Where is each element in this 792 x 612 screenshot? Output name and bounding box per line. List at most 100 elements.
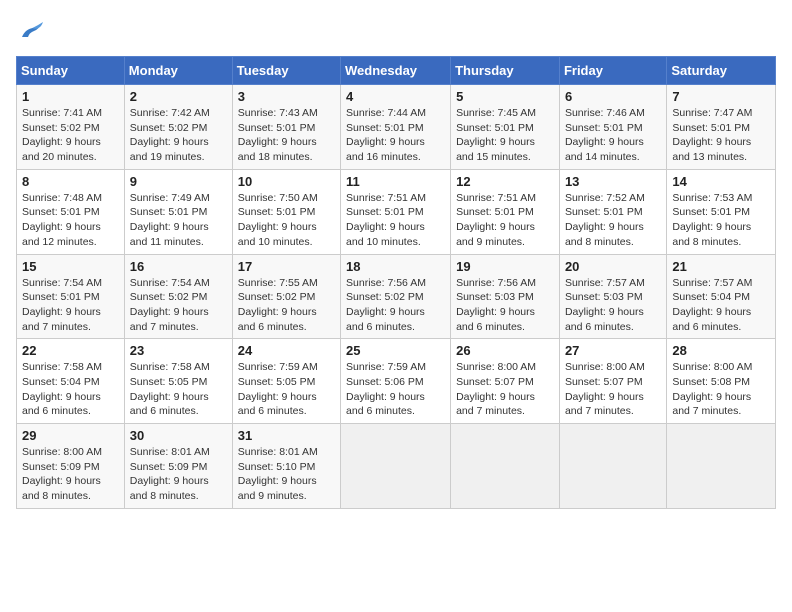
day-info: Sunrise: 7:42 AM Sunset: 5:02 PM Dayligh… bbox=[130, 106, 227, 165]
day-number: 25 bbox=[346, 343, 445, 358]
day-number: 4 bbox=[346, 89, 445, 104]
day-info: Sunrise: 7:47 AM Sunset: 5:01 PM Dayligh… bbox=[672, 106, 770, 165]
day-cell: 30 Sunrise: 8:01 AM Sunset: 5:09 PM Dayli… bbox=[124, 424, 232, 509]
day-number: 19 bbox=[456, 259, 554, 274]
day-info: Sunrise: 7:57 AM Sunset: 5:03 PM Dayligh… bbox=[565, 276, 661, 335]
day-cell: 6 Sunrise: 7:46 AM Sunset: 5:01 PM Daylig… bbox=[559, 85, 666, 170]
day-number: 14 bbox=[672, 174, 770, 189]
day-cell: 4 Sunrise: 7:44 AM Sunset: 5:01 PM Daylig… bbox=[341, 85, 451, 170]
day-cell: 5 Sunrise: 7:45 AM Sunset: 5:01 PM Daylig… bbox=[451, 85, 560, 170]
day-cell: 25 Sunrise: 7:59 AM Sunset: 5:06 PM Dayli… bbox=[341, 339, 451, 424]
day-cell: 9 Sunrise: 7:49 AM Sunset: 5:01 PM Daylig… bbox=[124, 169, 232, 254]
day-number: 17 bbox=[238, 259, 335, 274]
day-number: 11 bbox=[346, 174, 445, 189]
day-number: 12 bbox=[456, 174, 554, 189]
weekday-header-wednesday: Wednesday bbox=[341, 57, 451, 85]
day-number: 20 bbox=[565, 259, 661, 274]
day-number: 9 bbox=[130, 174, 227, 189]
day-cell: 15 Sunrise: 7:54 AM Sunset: 5:01 PM Dayli… bbox=[17, 254, 125, 339]
day-cell: 8 Sunrise: 7:48 AM Sunset: 5:01 PM Daylig… bbox=[17, 169, 125, 254]
day-number: 30 bbox=[130, 428, 227, 443]
day-info: Sunrise: 7:53 AM Sunset: 5:01 PM Dayligh… bbox=[672, 191, 770, 250]
day-number: 28 bbox=[672, 343, 770, 358]
day-number: 13 bbox=[565, 174, 661, 189]
day-cell: 16 Sunrise: 7:54 AM Sunset: 5:02 PM Dayli… bbox=[124, 254, 232, 339]
day-info: Sunrise: 7:56 AM Sunset: 5:02 PM Dayligh… bbox=[346, 276, 445, 335]
day-number: 16 bbox=[130, 259, 227, 274]
day-info: Sunrise: 7:59 AM Sunset: 5:05 PM Dayligh… bbox=[238, 360, 335, 419]
day-number: 8 bbox=[22, 174, 119, 189]
day-number: 23 bbox=[130, 343, 227, 358]
day-info: Sunrise: 7:58 AM Sunset: 5:05 PM Dayligh… bbox=[130, 360, 227, 419]
day-info: Sunrise: 7:56 AM Sunset: 5:03 PM Dayligh… bbox=[456, 276, 554, 335]
day-info: Sunrise: 7:54 AM Sunset: 5:02 PM Dayligh… bbox=[130, 276, 227, 335]
day-cell: 14 Sunrise: 7:53 AM Sunset: 5:01 PM Dayli… bbox=[667, 169, 776, 254]
day-cell bbox=[667, 424, 776, 509]
day-cell: 21 Sunrise: 7:57 AM Sunset: 5:04 PM Dayli… bbox=[667, 254, 776, 339]
day-number: 6 bbox=[565, 89, 661, 104]
day-info: Sunrise: 7:49 AM Sunset: 5:01 PM Dayligh… bbox=[130, 191, 227, 250]
day-number: 5 bbox=[456, 89, 554, 104]
day-cell: 20 Sunrise: 7:57 AM Sunset: 5:03 PM Dayli… bbox=[559, 254, 666, 339]
day-cell: 2Sunrise: 7:42 AM Sunset: 5:02 PM Daylig… bbox=[124, 85, 232, 170]
day-info: Sunrise: 7:48 AM Sunset: 5:01 PM Dayligh… bbox=[22, 191, 119, 250]
day-info: Sunrise: 8:01 AM Sunset: 5:10 PM Dayligh… bbox=[238, 445, 335, 504]
weekday-header-friday: Friday bbox=[559, 57, 666, 85]
day-cell: 28 Sunrise: 8:00 AM Sunset: 5:08 PM Dayli… bbox=[667, 339, 776, 424]
day-info: Sunrise: 7:57 AM Sunset: 5:04 PM Dayligh… bbox=[672, 276, 770, 335]
day-cell bbox=[451, 424, 560, 509]
day-cell: 17 Sunrise: 7:55 AM Sunset: 5:02 PM Dayli… bbox=[232, 254, 340, 339]
day-cell: 31Sunrise: 8:01 AM Sunset: 5:10 PM Dayli… bbox=[232, 424, 340, 509]
calendar-table: SundayMondayTuesdayWednesdayThursdayFrid… bbox=[16, 56, 776, 509]
day-cell: 26 Sunrise: 8:00 AM Sunset: 5:07 PM Dayli… bbox=[451, 339, 560, 424]
day-cell: 18 Sunrise: 7:56 AM Sunset: 5:02 PM Dayli… bbox=[341, 254, 451, 339]
day-number: 15 bbox=[22, 259, 119, 274]
week-row-3: 15 Sunrise: 7:54 AM Sunset: 5:01 PM Dayli… bbox=[17, 254, 776, 339]
weekday-header-sunday: Sunday bbox=[17, 57, 125, 85]
day-info: Sunrise: 7:55 AM Sunset: 5:02 PM Dayligh… bbox=[238, 276, 335, 335]
day-info: Sunrise: 7:51 AM Sunset: 5:01 PM Dayligh… bbox=[346, 191, 445, 250]
day-cell bbox=[559, 424, 666, 509]
day-info: Sunrise: 7:58 AM Sunset: 5:04 PM Dayligh… bbox=[22, 360, 119, 419]
day-cell: 29 Sunrise: 8:00 AM Sunset: 5:09 PM Dayli… bbox=[17, 424, 125, 509]
day-number: 29 bbox=[22, 428, 119, 443]
day-number: 18 bbox=[346, 259, 445, 274]
week-row-1: 1Sunrise: 7:41 AM Sunset: 5:02 PM Daylig… bbox=[17, 85, 776, 170]
day-cell: 12 Sunrise: 7:51 AM Sunset: 5:01 PM Dayli… bbox=[451, 169, 560, 254]
day-info: Sunrise: 8:00 AM Sunset: 5:08 PM Dayligh… bbox=[672, 360, 770, 419]
day-info: Sunrise: 7:46 AM Sunset: 5:01 PM Dayligh… bbox=[565, 106, 661, 165]
day-number: 22 bbox=[22, 343, 119, 358]
day-cell: 10Sunrise: 7:50 AM Sunset: 5:01 PM Dayli… bbox=[232, 169, 340, 254]
day-cell: 3 Sunrise: 7:43 AM Sunset: 5:01 PM Daylig… bbox=[232, 85, 340, 170]
day-info: Sunrise: 7:45 AM Sunset: 5:01 PM Dayligh… bbox=[456, 106, 554, 165]
weekday-header-monday: Monday bbox=[124, 57, 232, 85]
weekday-header-tuesday: Tuesday bbox=[232, 57, 340, 85]
day-number: 1 bbox=[22, 89, 119, 104]
day-cell: 19 Sunrise: 7:56 AM Sunset: 5:03 PM Dayli… bbox=[451, 254, 560, 339]
day-number: 3 bbox=[238, 89, 335, 104]
day-info: Sunrise: 8:00 AM Sunset: 5:09 PM Dayligh… bbox=[22, 445, 119, 504]
day-info: Sunrise: 7:59 AM Sunset: 5:06 PM Dayligh… bbox=[346, 360, 445, 419]
day-cell: 24 Sunrise: 7:59 AM Sunset: 5:05 PM Dayli… bbox=[232, 339, 340, 424]
day-number: 27 bbox=[565, 343, 661, 358]
day-info: Sunrise: 8:00 AM Sunset: 5:07 PM Dayligh… bbox=[565, 360, 661, 419]
day-cell: 7Sunrise: 7:47 AM Sunset: 5:01 PM Daylig… bbox=[667, 85, 776, 170]
day-cell: 13Sunrise: 7:52 AM Sunset: 5:01 PM Dayli… bbox=[559, 169, 666, 254]
week-row-2: 8 Sunrise: 7:48 AM Sunset: 5:01 PM Daylig… bbox=[17, 169, 776, 254]
day-info: Sunrise: 8:01 AM Sunset: 5:09 PM Dayligh… bbox=[130, 445, 227, 504]
day-cell: 27 Sunrise: 8:00 AM Sunset: 5:07 PM Dayli… bbox=[559, 339, 666, 424]
day-info: Sunrise: 7:51 AM Sunset: 5:01 PM Dayligh… bbox=[456, 191, 554, 250]
day-info: Sunrise: 8:00 AM Sunset: 5:07 PM Dayligh… bbox=[456, 360, 554, 419]
day-info: Sunrise: 7:54 AM Sunset: 5:01 PM Dayligh… bbox=[22, 276, 119, 335]
day-number: 24 bbox=[238, 343, 335, 358]
calendar-header-row: SundayMondayTuesdayWednesdayThursdayFrid… bbox=[17, 57, 776, 85]
page-header bbox=[16, 16, 776, 46]
day-number: 26 bbox=[456, 343, 554, 358]
weekday-header-thursday: Thursday bbox=[451, 57, 560, 85]
day-number: 21 bbox=[672, 259, 770, 274]
day-info: Sunrise: 7:43 AM Sunset: 5:01 PM Dayligh… bbox=[238, 106, 335, 165]
weekday-header-saturday: Saturday bbox=[667, 57, 776, 85]
logo-icon bbox=[16, 16, 46, 46]
day-cell: 23 Sunrise: 7:58 AM Sunset: 5:05 PM Dayli… bbox=[124, 339, 232, 424]
day-info: Sunrise: 7:44 AM Sunset: 5:01 PM Dayligh… bbox=[346, 106, 445, 165]
